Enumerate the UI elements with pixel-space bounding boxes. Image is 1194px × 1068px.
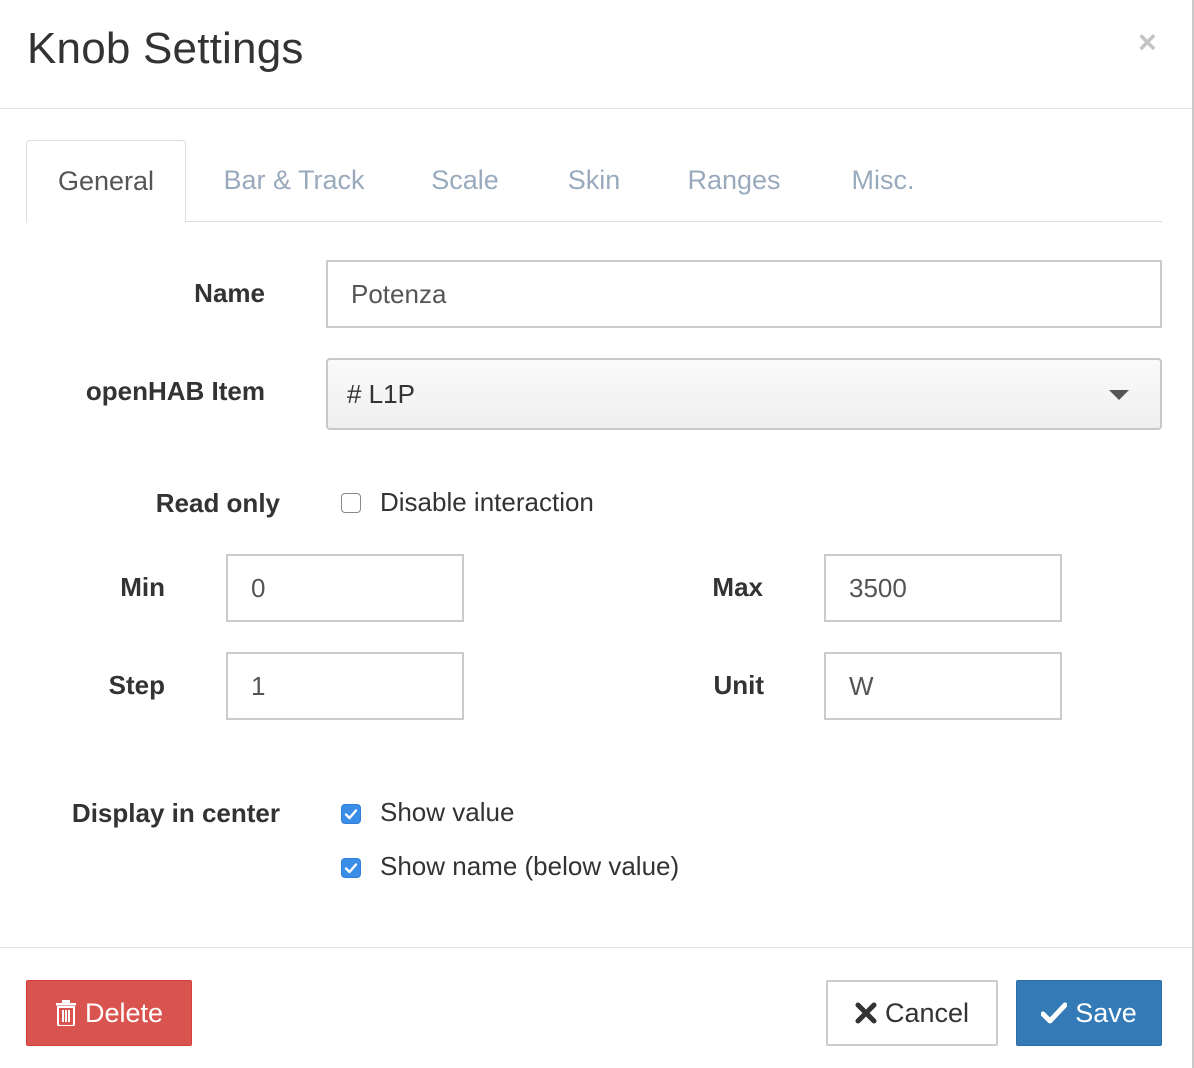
delete-label: Delete [84,997,164,1028]
tab-bar-track[interactable]: Bar & Track [214,140,374,220]
chevron-down-icon [1109,390,1129,400]
max-field[interactable]: 3500 [824,554,1062,622]
openhab-item-label: openHAB Item [85,376,265,406]
show-name-checkbox[interactable] [341,858,361,878]
save-label: Save [1075,997,1137,1028]
show-value-checkbox[interactable] [341,804,361,824]
knob-settings-dialog: Knob Settings × General Bar & Track Scal… [0,0,1194,1068]
tab-general[interactable]: General [26,140,186,223]
min-field[interactable]: 0 [226,554,464,622]
checkmark-icon [1041,1002,1068,1024]
save-button[interactable]: Save [1016,980,1162,1046]
disable-interaction-label: Disable interaction [380,487,594,517]
trash-icon [55,1000,77,1026]
dialog-header: Knob Settings × [0,0,1192,109]
disable-interaction-checkbox[interactable] [341,493,361,513]
show-name-label: Show name (below value) [380,851,680,881]
x-icon [855,1002,877,1024]
unit-label: Unit [713,670,764,700]
checkmark-icon [344,863,358,874]
name-label: Name [194,278,265,308]
delete-button[interactable]: Delete [26,980,192,1046]
cancel-button[interactable]: Cancel [826,980,998,1046]
read-only-label: Read only [155,488,280,518]
tab-ranges[interactable]: Ranges [678,140,790,220]
step-label: Step [108,670,165,700]
show-value-label: Show value [380,797,515,827]
tab-scale[interactable]: Scale [421,140,509,220]
display-in-center-label: Display in center [71,798,280,828]
step-field[interactable]: 1 [226,652,464,720]
tab-misc[interactable]: Misc. [841,140,925,220]
footer-divider [0,947,1192,948]
cancel-label: Cancel [884,997,970,1028]
dialog-title: Knob Settings [27,24,304,73]
openhab-item-select[interactable]: # L1P [326,358,1162,430]
settings-tabs: General Bar & Track Scale Skin Ranges Mi… [26,140,1162,223]
unit-field[interactable]: W [824,652,1062,720]
min-label: Min [120,572,165,602]
max-label: Max [712,572,763,602]
openhab-item-value: # L1P [347,378,415,409]
close-icon[interactable]: × [1138,26,1157,58]
tab-skin[interactable]: Skin [556,140,632,220]
name-field[interactable]: Potenza [326,260,1162,328]
checkmark-icon [344,809,358,820]
